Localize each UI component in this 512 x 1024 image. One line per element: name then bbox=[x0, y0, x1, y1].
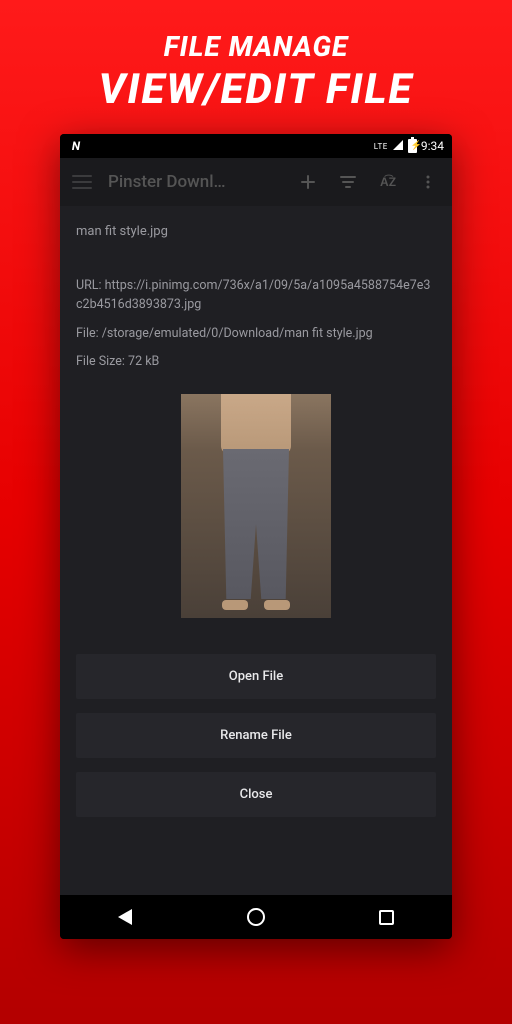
rename-file-button[interactable]: Rename File bbox=[76, 713, 436, 758]
battery-icon: ⚡ bbox=[408, 139, 417, 153]
recent-apps-button[interactable] bbox=[357, 902, 417, 932]
file-size: File Size: 72 kB bbox=[76, 353, 436, 372]
close-button[interactable]: Close bbox=[76, 772, 436, 817]
android-nav-bar bbox=[60, 895, 452, 939]
file-detail-panel: man fit style.jpg URL: https://i.pinimg.… bbox=[60, 206, 452, 895]
add-icon[interactable] bbox=[296, 170, 320, 194]
signal-icon bbox=[392, 139, 404, 154]
filter-icon[interactable] bbox=[336, 170, 360, 194]
app-title: Pinster Downl… bbox=[108, 172, 280, 192]
home-button[interactable] bbox=[226, 902, 286, 932]
promo-subtitle: VIEW/EDIT FILE bbox=[0, 65, 512, 114]
android-n-icon: N bbox=[68, 138, 84, 154]
status-time: 9:34 bbox=[421, 139, 444, 153]
promo-title: FILE MANAGE bbox=[0, 30, 512, 63]
file-path: File: /storage/emulated/0/Download/man f… bbox=[76, 325, 436, 344]
open-file-button[interactable]: Open File bbox=[76, 654, 436, 699]
status-bar: N LTE ⚡ 9:34 bbox=[60, 134, 452, 158]
network-lte-label: LTE bbox=[374, 142, 388, 151]
app-bar: Pinster Downl… A͡Z bbox=[60, 158, 452, 206]
phone-frame: N LTE ⚡ 9:34 Pinster Downl… A͡Z man fit … bbox=[60, 134, 452, 939]
file-name: man fit style.jpg bbox=[76, 224, 436, 239]
file-url: URL: https://i.pinimg.com/736x/a1/09/5a/… bbox=[76, 277, 436, 315]
preview-container bbox=[76, 394, 436, 618]
sort-az-icon[interactable]: A͡Z bbox=[376, 170, 400, 194]
image-preview[interactable] bbox=[181, 394, 331, 618]
back-button[interactable] bbox=[95, 902, 155, 932]
more-icon[interactable] bbox=[416, 170, 440, 194]
menu-icon[interactable] bbox=[72, 175, 92, 189]
promo-header: FILE MANAGE VIEW/EDIT FILE bbox=[0, 0, 512, 134]
